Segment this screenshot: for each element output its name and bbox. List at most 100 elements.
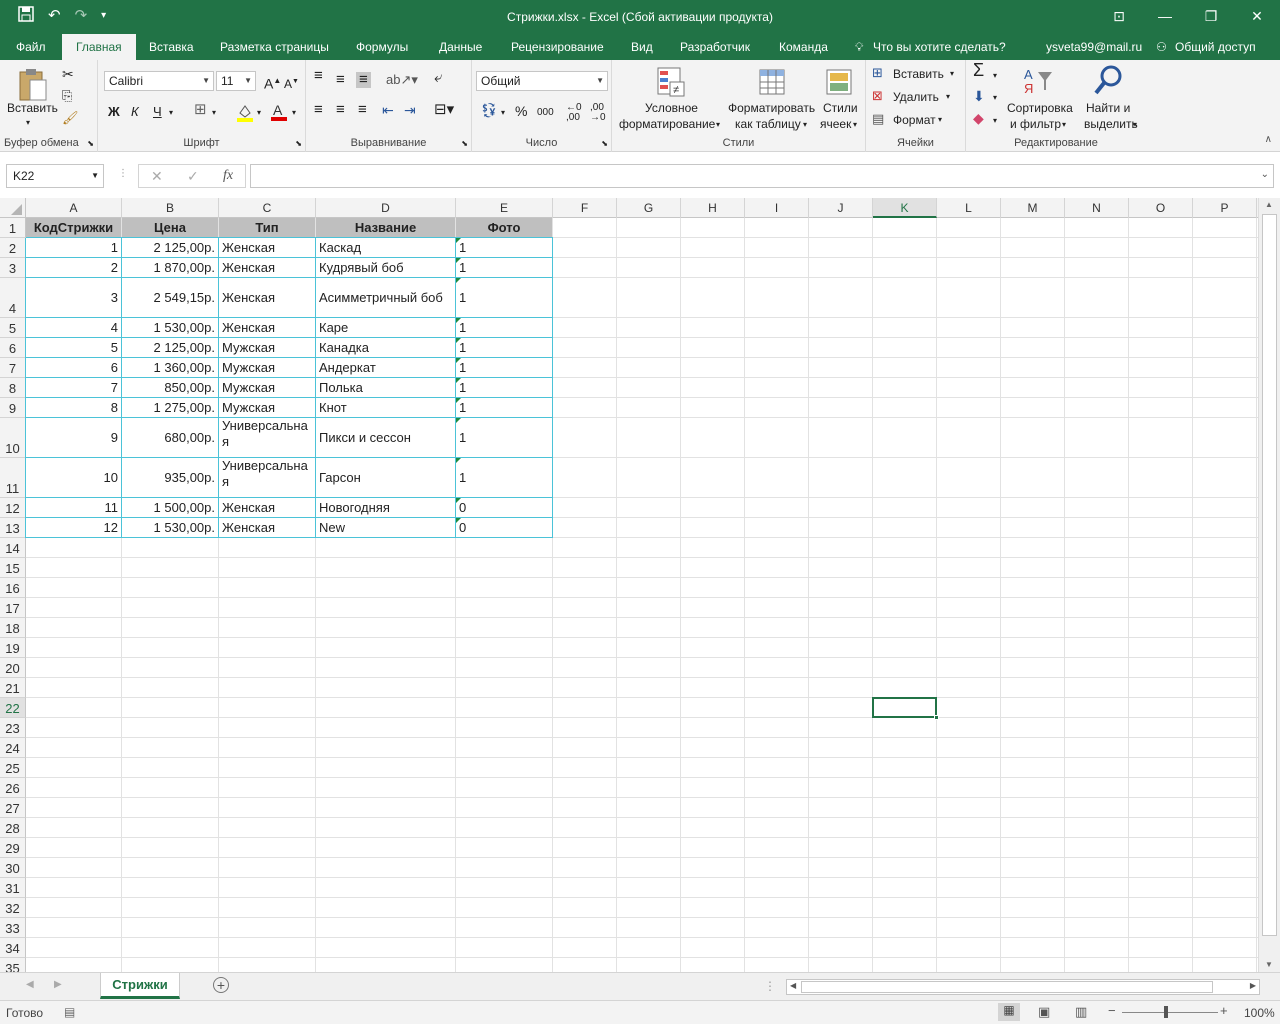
shrink-font-icon[interactable]: A▼ [284,74,299,92]
wrap-text-icon[interactable]: ⤶ [434,70,442,86]
format-as-table-icon[interactable] [758,68,788,101]
cell-foto[interactable]: 1 [456,338,552,357]
decrease-indent-icon[interactable]: ⇤ [382,102,394,118]
cell-tip[interactable]: Мужская [219,378,315,397]
account-name[interactable]: ysveta99@mail.ru [1046,34,1142,60]
cell-foto[interactable]: 1 [456,358,552,377]
fill-icon[interactable]: ⬇︎ [973,88,985,104]
conditional-formatting-icon[interactable]: ≠ [656,66,686,101]
clear-icon[interactable]: ◆ [973,110,984,126]
expand-formula-bar-icon[interactable]: ⌄ [1261,169,1269,180]
font-size-select[interactable]: 11 ▼ [216,71,256,91]
cell-nazvanie[interactable]: Полька [316,378,455,397]
row-header-11[interactable]: 11 [0,458,26,498]
spreadsheet-grid[interactable]: ABCDEFGHIJKLMNOP 1 2 3 4 5 6 7 8 9 10 11 12 13 14 15 16… [0,198,1280,972]
row-header-5[interactable]: 5 [0,318,26,338]
cell-foto[interactable]: 0 [456,518,552,537]
tab-file[interactable]: Файл [16,34,46,60]
row-header-3[interactable]: 3 [0,258,26,278]
row-header-29[interactable]: 29 [0,838,26,858]
select-all-corner[interactable] [0,198,26,218]
cell-tip[interactable]: Женская [219,318,315,337]
row-header-13[interactable]: 13 [0,518,26,538]
cell-styles-line2[interactable]: ячеек [820,116,851,132]
cell-kod[interactable]: 5 [26,338,121,357]
share-icon[interactable]: ⚇ [1156,34,1167,60]
tab-split-handle-icon[interactable]: ⋮ [764,979,776,993]
header-cell-cena[interactable]: Цена [122,218,218,237]
row-header-9[interactable]: 9 [0,398,26,418]
tab-page-layout[interactable]: Разметка страницы [220,34,329,60]
page-layout-view-icon[interactable]: ▣ [1038,1004,1050,1020]
cell-foto[interactable]: 1 [456,418,552,457]
cell-kod[interactable]: 6 [26,358,121,377]
row-header-16[interactable]: 16 [0,578,26,598]
format-painter-icon[interactable]: 🖌︎ [62,110,79,126]
align-middle-icon[interactable]: ≡ [336,72,345,88]
merge-center-icon[interactable]: ⊟▾ [434,102,454,118]
sheet-tab-strizhki[interactable]: Стрижки [100,973,180,999]
column-header-a[interactable]: A [26,198,122,218]
cell-tip[interactable]: Женская [219,258,315,277]
format-as-table-line1[interactable]: Форматировать [728,100,815,116]
name-box[interactable]: K22 ▼ [6,164,104,188]
row-header-23[interactable]: 23 [0,718,26,738]
underline-dropdown-icon[interactable]: ▾ [169,105,173,121]
cell-kod[interactable]: 10 [26,458,121,497]
number-launcher-icon[interactable]: ⬊ [601,139,608,148]
share-button[interactable]: Общий доступ [1175,34,1256,60]
scroll-up-icon[interactable]: ▲ [1265,200,1273,209]
cell-cena[interactable]: 1 870,00р. [122,258,218,277]
cell-tip[interactable]: Женская [219,278,315,317]
cell-styles-icon[interactable] [825,68,855,101]
row-header-4[interactable]: 4 [0,278,26,318]
cell-kod[interactable]: 9 [26,418,121,457]
next-sheet-icon[interactable]: ▶ [54,979,62,990]
delete-cells-icon[interactable]: ⊠ [872,88,883,104]
cell-nazvanie[interactable]: Кудрявый боб [316,258,455,277]
cell-styles-dropdown-icon[interactable]: ▾ [853,117,857,133]
format-cells-button[interactable]: Формат [893,112,936,128]
zoom-slider-thumb[interactable] [1164,1006,1168,1018]
column-header-l[interactable]: L [937,198,1001,218]
row-header-8[interactable]: 8 [0,378,26,398]
cell-cena[interactable]: 1 360,00р. [122,358,218,377]
prev-sheet-icon[interactable]: ◀ [26,979,34,990]
cell-foto[interactable]: 0 [456,498,552,517]
cell-nazvanie[interactable]: New [316,518,455,537]
cell-foto[interactable]: 1 [456,378,552,397]
orientation-icon[interactable]: ab↗︎▾ [386,72,418,88]
column-header-n[interactable]: N [1065,198,1129,218]
row-header-2[interactable]: 2 [0,238,26,258]
row-header-26[interactable]: 26 [0,778,26,798]
cell-tip[interactable]: Мужская [219,398,315,417]
cell-nazvanie[interactable]: Канадка [316,338,455,357]
ribbon-display-options-icon[interactable]: ⊡ [1096,0,1142,32]
font-color-dropdown-icon[interactable]: ▾ [292,105,296,121]
row-header-25[interactable]: 25 [0,758,26,778]
sort-filter-dropdown-icon[interactable]: ▾ [1062,117,1066,133]
cell-nazvanie[interactable]: Асимметричный боб [316,278,455,317]
cell-nazvanie[interactable]: Гарсон [316,458,455,497]
conditional-formatting-line1[interactable]: Условное [645,100,698,116]
tab-data[interactable]: Данные [439,34,482,60]
header-cell-tip[interactable]: Тип [219,218,315,237]
align-left-icon[interactable]: ≡ [314,102,323,118]
zoom-level[interactable]: 100% [1244,1006,1275,1020]
cell-styles-line1[interactable]: Стили [823,100,858,116]
zoom-in-icon[interactable]: + [1220,1003,1228,1018]
row-header-34[interactable]: 34 [0,938,26,958]
find-select-line2[interactable]: выделить [1084,116,1138,132]
collapse-ribbon-icon[interactable]: ∧ [1265,134,1272,145]
font-name-select[interactable]: Calibri ▼ [104,71,214,91]
column-header-i[interactable]: I [745,198,809,218]
align-center-icon[interactable]: ≡ [336,102,345,118]
delete-cells-dropdown-icon[interactable]: ▾ [946,89,950,105]
paste-button[interactable]: Вставить [7,100,58,116]
row-header-19[interactable]: 19 [0,638,26,658]
grow-font-icon[interactable]: A▲ [264,73,281,92]
fill-dropdown-icon[interactable]: ▾ [993,90,997,106]
cell-nazvanie[interactable]: Пикси и сессон [316,418,455,457]
cell-cena[interactable]: 2 125,00р. [122,238,218,257]
horizontal-scrollbar[interactable]: ◀ ▶ [786,979,1260,995]
